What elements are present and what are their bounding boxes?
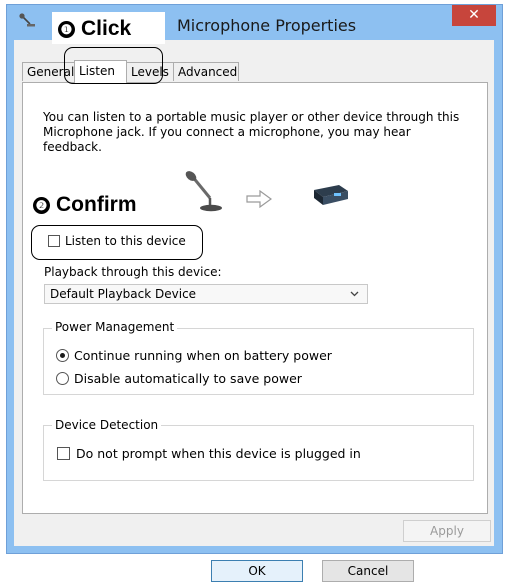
close-button[interactable]: ✕ (452, 5, 496, 26)
ok-button[interactable]: OK (211, 560, 303, 582)
tab-advanced-label: Advanced (178, 65, 238, 79)
device-detection-label: Device Detection (52, 418, 162, 432)
disable-automatically-radio[interactable] (56, 372, 69, 385)
confirm-annotation: ❷ Confirm (33, 193, 137, 217)
playback-device-icon (314, 185, 348, 205)
disable-automatically-option[interactable]: Disable automatically to save power (56, 371, 302, 386)
apply-button[interactable]: Apply (403, 520, 491, 542)
continue-running-option[interactable]: Continue running when on battery power (56, 348, 332, 363)
listen-description: You can listen to a portable music playe… (43, 110, 460, 154)
do-not-prompt-label: Do not prompt when this device is plugge… (76, 446, 361, 461)
cancel-button[interactable]: Cancel (322, 560, 414, 582)
step-one-badge: ❶ (58, 20, 75, 38)
listen-checkbox-callout (31, 225, 203, 260)
do-not-prompt-checkbox[interactable] (57, 447, 70, 460)
power-management-label: Power Management (52, 320, 178, 334)
playback-device-value: Default Playback Device (50, 287, 197, 301)
step-two-badge: ❷ (33, 196, 50, 214)
click-annotation: ❶ Click (58, 17, 131, 41)
tab-advanced[interactable]: Advanced (173, 62, 239, 81)
disable-automatically-label: Disable automatically to save power (74, 371, 302, 386)
tab-listen-label: Listen (79, 64, 115, 78)
playback-device-select[interactable]: Default Playback Device (44, 284, 368, 304)
tab-listen[interactable]: Listen (74, 60, 127, 83)
confirm-annotation-label: Confirm (56, 193, 137, 216)
microphone-icon (19, 13, 35, 27)
click-annotation-label: Click (81, 17, 132, 40)
playback-label: Playback through this device: (44, 265, 222, 279)
microphone-stand-icon (185, 171, 222, 212)
playback-label-text: Playback through this device: (44, 265, 222, 279)
continue-running-radio[interactable] (56, 349, 69, 362)
chevron-down-icon (350, 285, 359, 309)
window-title: Microphone Properties (177, 16, 357, 35)
right-arrow-icon (246, 190, 272, 208)
do-not-prompt-option[interactable]: Do not prompt when this device is plugge… (57, 446, 361, 461)
continue-running-label: Continue running when on battery power (74, 348, 332, 363)
close-icon: ✕ (468, 7, 480, 23)
